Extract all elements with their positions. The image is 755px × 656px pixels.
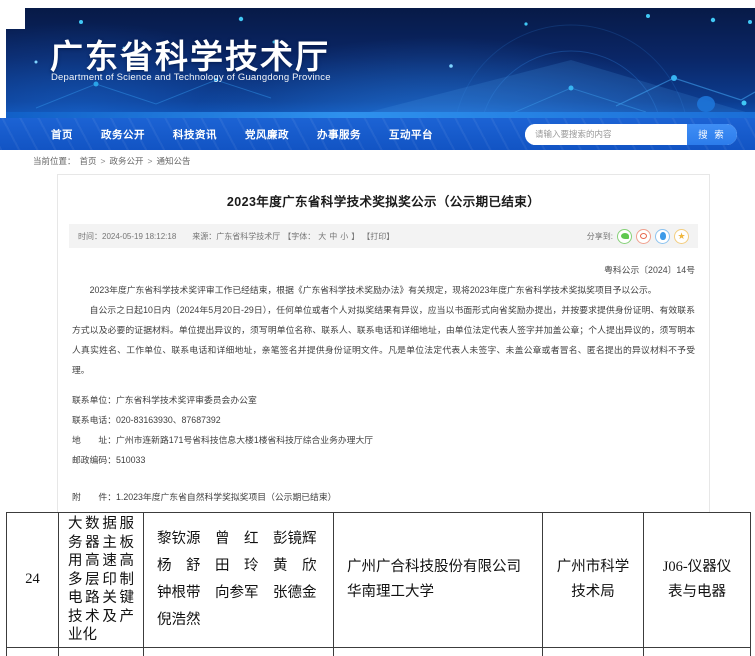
nav-items: 首页 政务公开 科技资讯 党风廉政 办事服务 互动平台 [0,127,440,142]
attachment-link-natural-science[interactable]: 1.2023年度广东省自然科学奖拟奖项目（公示期已结束） [116,487,336,508]
site-banner: 广东省科学技术厅 Department of Science and Techn… [6,8,755,118]
nav-item-party-conduct[interactable]: 党风廉政 [238,127,296,142]
cell-project-name: 大数据服务器主板用高速高多层印制电路关键技术及产业化 [59,513,144,648]
font-size-small-button[interactable]: 小 [340,231,348,242]
contact-address: 地 址：广州市连新路171号省科技信息大楼1楼省科技厅综合业务办理大厅 [72,430,695,450]
article-body: 粤科公示〔2024〕14号 2023年度广东省科学技术奖评审工作已经结束，根据《… [72,260,695,549]
breadcrumb-gov-affairs[interactable]: 政务公开 [110,155,144,167]
share-bar: 分享到: ★ [587,229,689,244]
awardee-line: 倪浩然 [157,607,333,634]
font-size-medium-button[interactable]: 中 [329,231,337,242]
article-paragraph: 2023年度广东省科学技术奖评审工作已经结束，根据《广东省科学技术奖励办法》有关… [72,280,695,300]
empty-cell [7,647,59,656]
cell-organizations: 广东省计量科学研究院 [334,647,543,656]
search-input[interactable] [525,124,687,145]
nav-item-home[interactable]: 首页 [44,127,80,142]
cell-organizations: 广州广合科技股份有限公司 华南理工大学 [334,513,543,648]
nav-item-sci-tech-news[interactable]: 科技资讯 [166,127,224,142]
cell-index: 24 [7,513,59,648]
page: 广东省科学技术厅 Department of Science and Techn… [0,0,755,656]
contact-postcode: 邮政编码：510033 [72,450,695,470]
contact-unit: 联系单位：广东省科学技术奖评审委员会办公室 [72,390,695,410]
breadcrumb-separator: > [101,156,106,166]
table-row-partial: 广东省计量科学研究院 [7,647,751,656]
breadcrumb-home[interactable]: 首页 [80,155,97,167]
breadcrumb-label: 当前位置： [33,155,76,167]
empty-cell [644,647,751,656]
share-label: 分享到: [587,231,613,242]
search-box: 搜 索 [525,124,737,145]
contact-block: 联系单位：广东省科学技术奖评审委员会办公室 联系电话：020-83163930、… [72,390,695,470]
cell-category: J06-仪器仪表与电器 [644,513,751,648]
font-size-label-end: 】 [351,231,359,242]
main-nav: 首页 政务公开 科技资讯 党风廉政 办事服务 互动平台 搜 索 [0,118,755,150]
article-source: 来源：广东省科学技术厅 [192,231,280,242]
document-number: 粤科公示〔2024〕14号 [72,260,695,280]
organization-line: 广州广合科技股份有限公司 [347,555,542,580]
article-meta-bar: 时间：2024-05-19 18:12:18 来源：广东省科学技术厅 【字体： … [69,224,698,248]
awardee-line: 黎钦源 曾 红 彭镜辉 [157,526,333,553]
cell-awardees: 黎钦源 曾 红 彭镜辉 杨 舒 田 玲 黄 欣 钟根带 向参军 张德金 倪浩然 [144,513,334,648]
table-row-24: 24 大数据服务器主板用高速高多层印制电路关键技术及产业化 黎钦源 曾 红 彭镜… [7,513,751,648]
site-subtitle: Department of Science and Technology of … [51,72,331,83]
awardee-line: 钟根带 向参军 张德金 [157,580,333,607]
breadcrumb: 当前位置： 首页 > 政务公开 > 通知公告 [33,155,191,167]
site-title: 广东省科学技术厅 [50,30,330,78]
publish-time: 时间：2024-05-19 18:12:18 [78,231,176,242]
organization-line: 华南理工大学 [347,580,542,605]
empty-cell [144,647,334,656]
cell-nominator: 广州市科学技术局 [543,513,644,648]
award-table: 24 大数据服务器主板用高速高多层印制电路关键技术及产业化 黎钦源 曾 红 彭镜… [6,512,750,656]
contact-phone: 联系电话：020-83163930、87687392 [72,410,695,430]
breadcrumb-current: 通知公告 [156,155,190,167]
banner-corner-notch [0,8,25,29]
awardee-line: 杨 舒 田 玲 黄 欣 [157,553,333,580]
article-paragraph: 自公示之日起10日内（2024年5月20日-29日），任何单位或者个人对拟奖结果… [72,300,695,380]
empty-cell [543,647,644,656]
article-title: 2023年度广东省科学技术奖拟奖公示（公示期已结束） [58,191,709,210]
font-size-label: 【字体： [283,231,315,242]
print-button[interactable]: 【打印】 [362,231,394,242]
search-button[interactable]: 搜 索 [687,124,737,145]
article-meta-info: 时间：2024-05-19 18:12:18 来源：广东省科学技术厅 【字体： … [78,231,394,242]
empty-cell [59,647,144,656]
wechat-share-icon[interactable] [617,229,632,244]
weibo-share-icon[interactable] [636,229,651,244]
breadcrumb-separator: > [148,156,153,166]
nav-item-services[interactable]: 办事服务 [310,127,368,142]
qzone-share-icon[interactable]: ★ [674,229,689,244]
nav-item-gov-affairs[interactable]: 政务公开 [94,127,152,142]
qq-share-icon[interactable] [655,229,670,244]
font-size-large-button[interactable]: 大 [318,231,326,242]
nav-item-interaction[interactable]: 互动平台 [382,127,440,142]
